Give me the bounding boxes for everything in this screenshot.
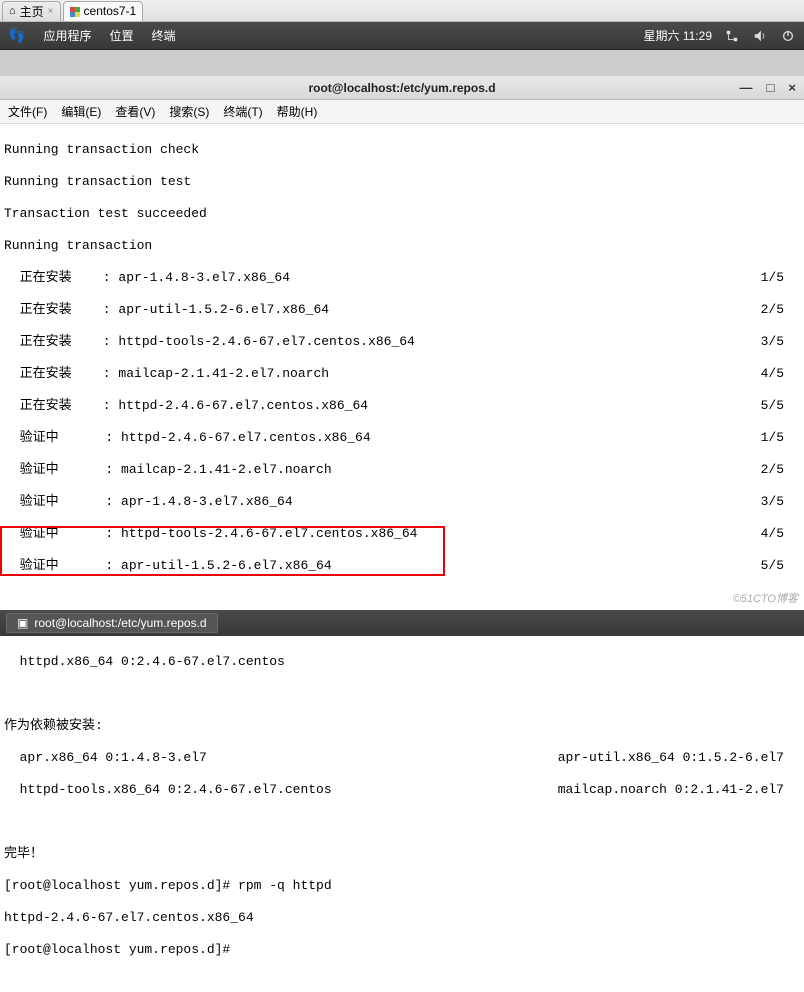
package-row: 正在安装 : mailcap-2.1.41-2.el7.noarch4/5: [4, 366, 784, 382]
terminal-output: Running transaction test: [4, 174, 800, 190]
minimize-button[interactable]: —: [740, 80, 753, 95]
app-menubar: 文件(F) 编辑(E) 查看(V) 搜索(S) 终端(T) 帮助(H): [0, 100, 804, 124]
gnome-taskbar: ▣ root@localhost:/etc/yum.repos.d: [0, 610, 804, 636]
done-line: 完毕！: [4, 846, 800, 862]
package-row: 验证中 : httpd-tools-2.4.6-67.el7.centos.x8…: [4, 526, 784, 542]
terminal-output: Running transaction: [4, 238, 800, 254]
gnome-foot-icon[interactable]: 👣: [8, 27, 25, 44]
applications-menu[interactable]: 应用程序: [43, 27, 91, 44]
installed-package: httpd.x86_64 0:2.4.6-67.el7.centos: [4, 654, 800, 670]
terminal-launcher[interactable]: 终端: [151, 27, 175, 44]
menu-edit[interactable]: 编辑(E): [61, 103, 101, 120]
maximize-button[interactable]: □: [767, 80, 775, 95]
tab-label: centos7-1: [84, 4, 137, 18]
dependency-header: 作为依赖被安装:: [4, 718, 800, 734]
menu-file[interactable]: 文件(F): [8, 103, 47, 120]
terminal-output: Running transaction check: [4, 142, 800, 158]
terminal-output: [4, 814, 800, 830]
volume-icon[interactable]: [752, 28, 768, 44]
package-row: 正在安装 : httpd-2.4.6-67.el7.centos.x86_645…: [4, 398, 784, 414]
power-icon[interactable]: [780, 28, 796, 44]
terminal-output: [4, 590, 800, 606]
menu-terminal[interactable]: 终端(T): [223, 103, 262, 120]
package-row: 正在安装 : apr-1.4.8-3.el7.x86_641/5: [4, 270, 784, 286]
package-row: 正在安装 : apr-util-1.5.2-6.el7.x86_642/5: [4, 302, 784, 318]
desktop-spacer: [0, 50, 804, 76]
datetime-label[interactable]: 星期六 11:29: [644, 27, 712, 44]
window-title: root@localhost:/etc/yum.repos.d: [308, 81, 495, 95]
watermark: ©51CTO博客: [733, 590, 798, 606]
package-row: 验证中 : apr-1.4.8-3.el7.x86_643/5: [4, 494, 784, 510]
vm-icon: [70, 6, 80, 16]
network-icon[interactable]: [724, 28, 740, 44]
terminal-output: [4, 686, 800, 702]
terminal-output: Transaction test succeeded: [4, 206, 800, 222]
package-row: 验证中 : mailcap-2.1.41-2.el7.noarch2/5: [4, 462, 784, 478]
close-button[interactable]: ×: [788, 80, 796, 95]
shell-prompt: [root@localhost yum.repos.d]#: [4, 942, 800, 958]
dependency-row: apr.x86_64 0:1.4.8-3.el7apr-util.x86_64 …: [4, 750, 784, 766]
taskbar-label: root@localhost:/etc/yum.repos.d: [34, 616, 206, 630]
browser-tab-vm[interactable]: centos7-1: [63, 1, 144, 21]
places-menu[interactable]: 位置: [109, 27, 133, 44]
command-result: httpd-2.4.6-67.el7.centos.x86_64: [4, 910, 800, 926]
menu-view[interactable]: 查看(V): [115, 103, 155, 120]
package-row: 验证中 : apr-util-1.5.2-6.el7.x86_645/5: [4, 558, 784, 574]
home-icon: ⌂: [9, 5, 16, 17]
tab-label: 主页: [20, 3, 44, 20]
package-row: 正在安装 : httpd-tools-2.4.6-67.el7.centos.x…: [4, 334, 784, 350]
dependency-row: httpd-tools.x86_64 0:2.4.6-67.el7.centos…: [4, 782, 784, 798]
browser-tab-strip: ⌂ 主页 × centos7-1: [0, 0, 804, 22]
terminal-icon: ▣: [17, 616, 28, 630]
window-titlebar[interactable]: root@localhost:/etc/yum.repos.d — □ ×: [0, 76, 804, 100]
menu-search[interactable]: 搜索(S): [169, 103, 209, 120]
browser-tab-home[interactable]: ⌂ 主页 ×: [2, 1, 61, 21]
gnome-top-panel: 👣 应用程序 位置 终端 星期六 11:29: [0, 22, 804, 50]
close-icon[interactable]: ×: [48, 6, 54, 17]
menu-help[interactable]: 帮助(H): [277, 103, 318, 120]
package-row: 验证中 : httpd-2.4.6-67.el7.centos.x86_641/…: [4, 430, 784, 446]
shell-prompt: [root@localhost yum.repos.d]# rpm -q htt…: [4, 878, 800, 894]
taskbar-window-button[interactable]: ▣ root@localhost:/etc/yum.repos.d: [6, 613, 218, 633]
terminal-area[interactable]: Running transaction check Running transa…: [0, 124, 804, 992]
